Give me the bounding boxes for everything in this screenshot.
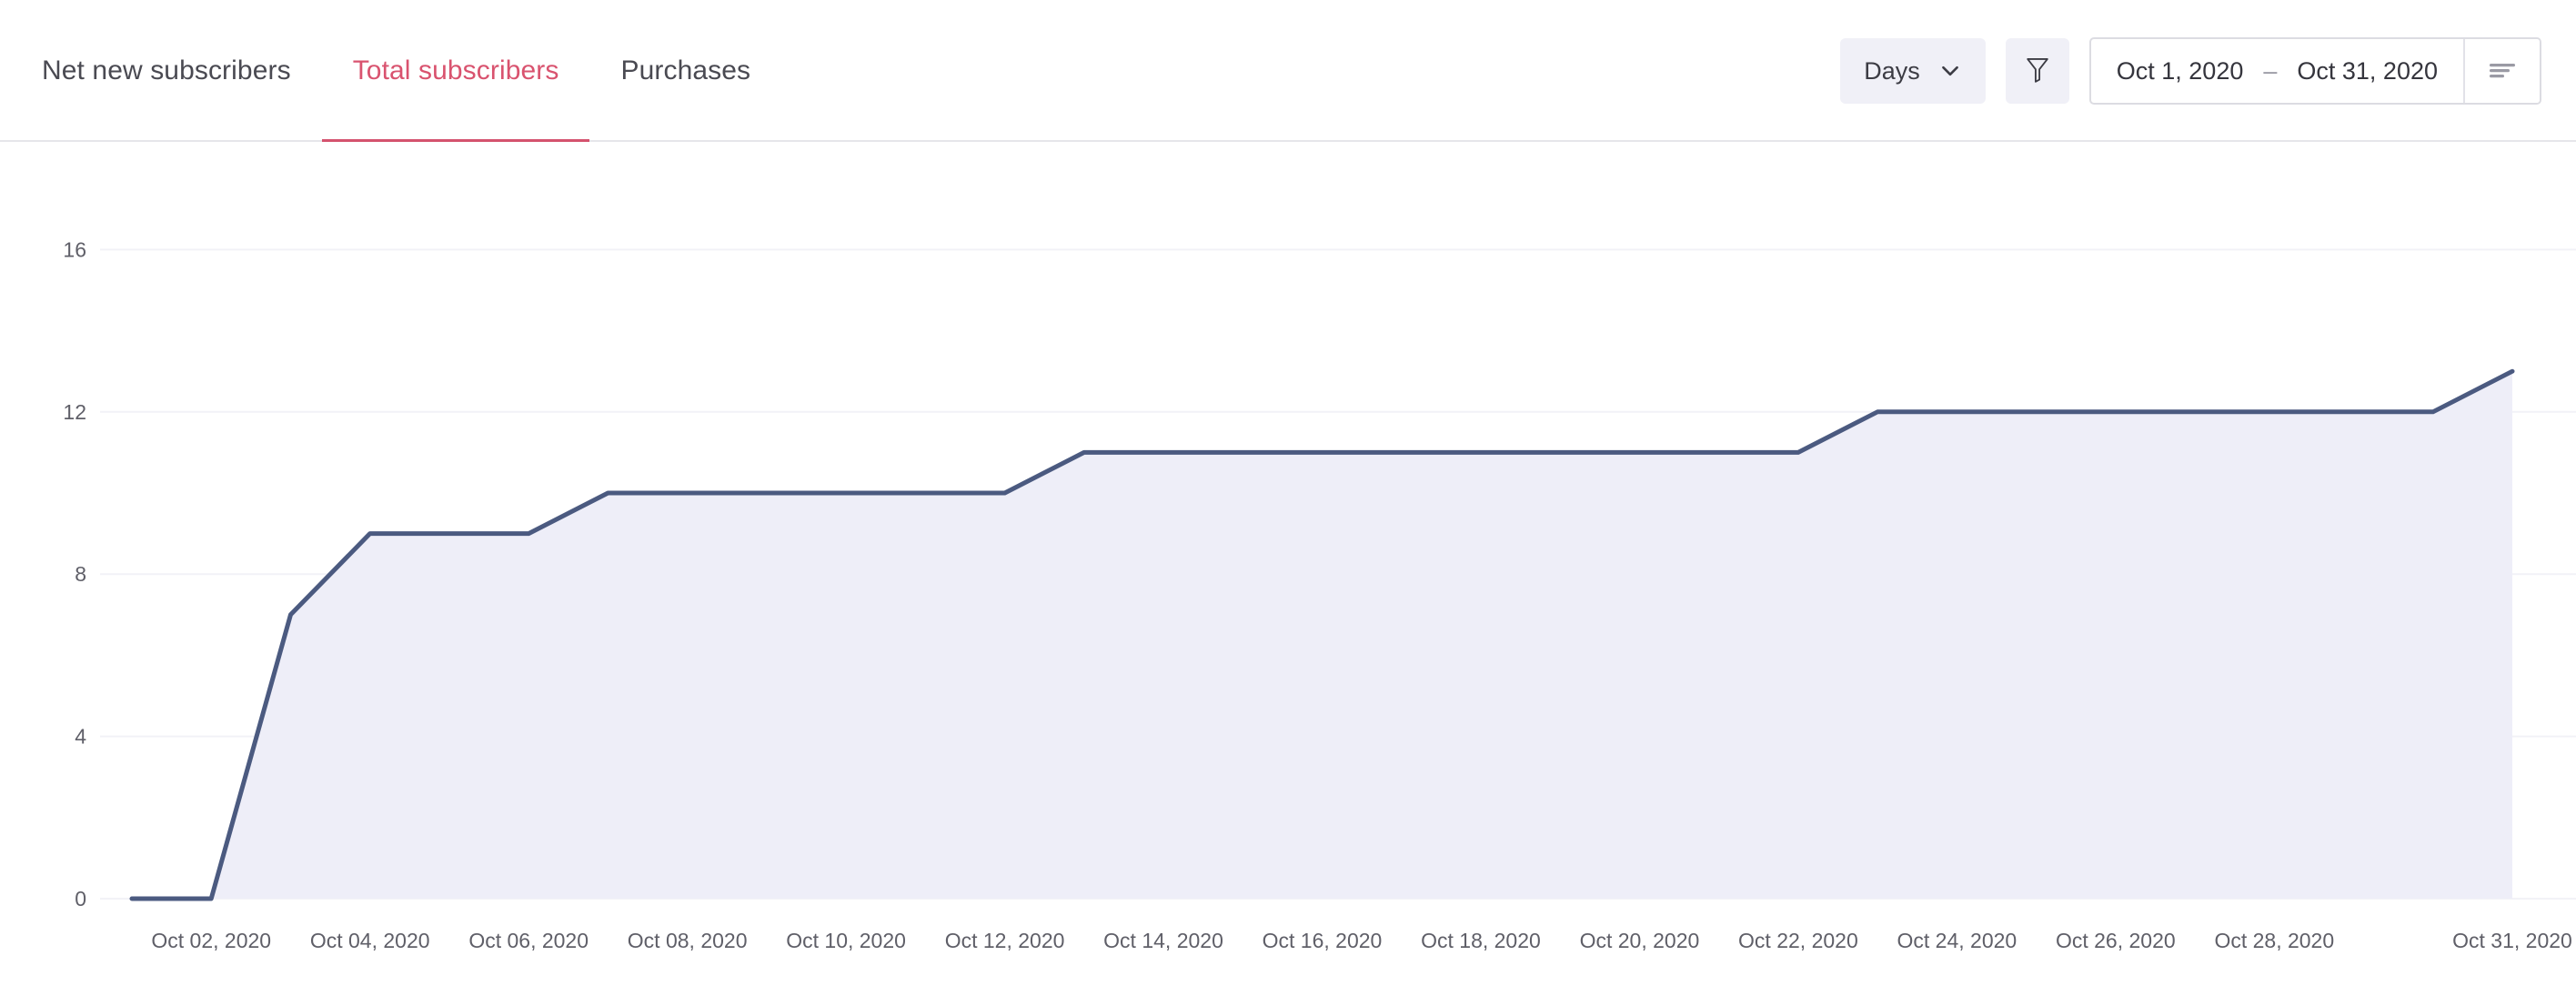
date-range-separator: – [2263, 56, 2278, 85]
x-axis-tick-label: Oct 31, 2020 [2452, 929, 2572, 952]
tab-label: Net new subscribers [42, 55, 291, 86]
x-axis-tick-label: Oct 02, 2020 [151, 929, 271, 952]
page-header: Net new subscribers Total subscribers Pu… [0, 0, 2576, 144]
x-axis-tick-label: Oct 04, 2020 [310, 929, 430, 952]
total-subscribers-area-chart[interactable]: 0 4 8 12 16 Oct 02, 2020 Oct 04, 2020 Oct 06, … [0, 142, 2576, 1006]
chevron-down-icon [1938, 59, 1962, 83]
analytics-page: Net new subscribers Total subscribers Pu… [0, 0, 2576, 1006]
tab-bar: Net new subscribers Total subscribers Pu… [42, 0, 781, 144]
chart-y-axis-labels: 0 4 8 12 16 [63, 237, 86, 910]
sort-lines-icon [2487, 58, 2518, 85]
x-axis-tick-label: Oct 24, 2020 [1897, 929, 2018, 952]
date-range-text[interactable]: Oct 1, 2020 – Oct 31, 2020 [2091, 39, 2463, 103]
x-axis-tick-label: Oct 10, 2020 [786, 929, 906, 952]
granularity-label: Days [1864, 56, 1920, 85]
y-axis-tick-label: 12 [63, 400, 86, 424]
x-axis-tick-label: Oct 14, 2020 [1103, 929, 1223, 952]
sort-lines-button[interactable] [2463, 39, 2540, 103]
x-axis-tick-label: Oct 06, 2020 [468, 929, 589, 952]
x-axis-tick-label: Oct 20, 2020 [1580, 929, 1700, 952]
x-axis-tick-label: Oct 08, 2020 [628, 929, 748, 952]
y-axis-tick-label: 4 [75, 725, 86, 749]
x-axis-tick-label: Oct 28, 2020 [2214, 929, 2334, 952]
filter-button[interactable] [2005, 38, 2069, 104]
date-range-start: Oct 1, 2020 [2116, 56, 2244, 85]
x-axis-tick-label: Oct 22, 2020 [1738, 929, 1858, 952]
x-axis-tick-label: Oct 12, 2020 [945, 929, 1065, 952]
tab-net-new-subscribers[interactable]: Net new subscribers [42, 0, 322, 142]
y-axis-tick-label: 8 [75, 562, 86, 586]
chart-x-axis-labels: Oct 02, 2020 Oct 04, 2020 Oct 06, 2020 Oct … [151, 929, 2571, 952]
date-range-picker[interactable]: Oct 1, 2020 – Oct 31, 2020 [2088, 37, 2541, 105]
tab-purchases[interactable]: Purchases [589, 0, 781, 142]
x-axis-tick-label: Oct 18, 2020 [1421, 929, 1541, 952]
date-range-end: Oct 31, 2020 [2297, 56, 2438, 85]
y-axis-tick-label: 16 [63, 237, 86, 261]
x-axis-tick-label: Oct 16, 2020 [1263, 929, 1383, 952]
x-axis-tick-label: Oct 26, 2020 [2056, 929, 2176, 952]
header-controls: Days Oct 1, 2020 – Oct 31, 2020 [1840, 0, 2541, 142]
tab-total-subscribers[interactable]: Total subscribers [321, 0, 590, 144]
y-axis-tick-label: 0 [75, 887, 86, 910]
tab-label: Total subscribers [352, 55, 559, 86]
chart-container: 0 4 8 12 16 Oct 02, 2020 Oct 04, 2020 Oct 06, … [0, 142, 2576, 1006]
granularity-dropdown[interactable]: Days [1840, 38, 1986, 104]
tab-label: Purchases [620, 55, 751, 86]
filter-funnel-icon [2024, 55, 2051, 87]
